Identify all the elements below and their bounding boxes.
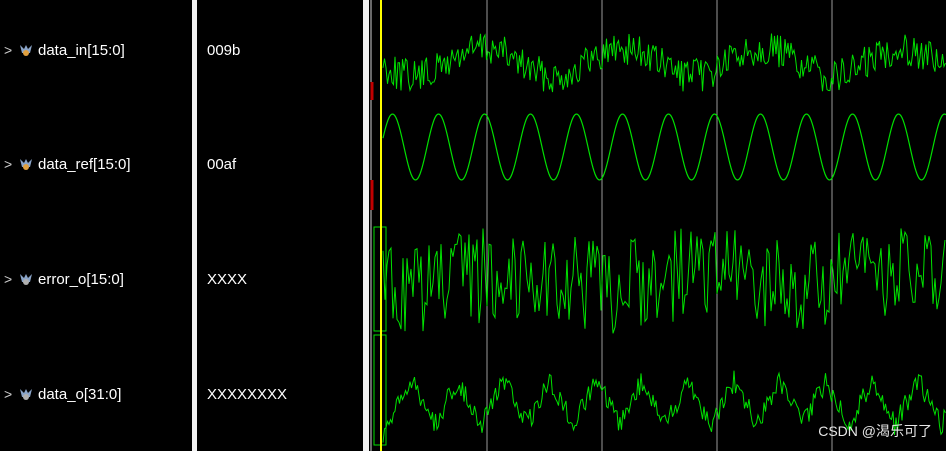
signal-name[interactable]: error_o[15:0] [38,271,124,288]
signal-value: 00af [207,155,237,173]
waveform-data-in [382,33,946,93]
expand-chevron-icon[interactable]: > [4,156,18,172]
waveform-panel[interactable] [369,0,946,451]
signal-name[interactable]: data_ref[15:0] [38,156,131,173]
signal-value: XXXXXXXX [207,385,288,403]
waveform-canvas[interactable] [369,0,946,451]
signal-name[interactable]: data_o[31:0] [38,386,121,403]
signal-value-panel: 009b 00af XXXX XXXXXXXX [197,0,363,451]
bus-signal-icon [20,274,32,285]
signal-name-panel: > data_in[15:0] > data_ref[15:0] > error… [0,0,192,451]
waveform-data-ref [382,113,946,181]
watermark: CSDN @渴乐可了 [818,423,932,439]
expand-chevron-icon[interactable]: > [4,42,18,58]
bus-signal-icon [20,159,32,170]
signal-row-data-ref[interactable]: > data_ref[15:0] [0,152,131,176]
bus-signal-icon [20,45,32,56]
signal-row-data-o[interactable]: > data_o[31:0] [0,382,121,406]
signal-name[interactable]: data_in[15:0] [38,42,125,59]
signal-row-error-o[interactable]: > error_o[15:0] [0,267,124,291]
signal-row-data-in[interactable]: > data_in[15:0] [0,38,125,62]
signal-value: 009b [207,41,241,59]
expand-chevron-icon[interactable]: > [4,386,18,402]
signal-value: XXXX [207,270,248,288]
waveform-error-o [382,228,946,334]
expand-chevron-icon[interactable]: > [4,271,18,287]
bus-signal-icon [20,389,32,400]
